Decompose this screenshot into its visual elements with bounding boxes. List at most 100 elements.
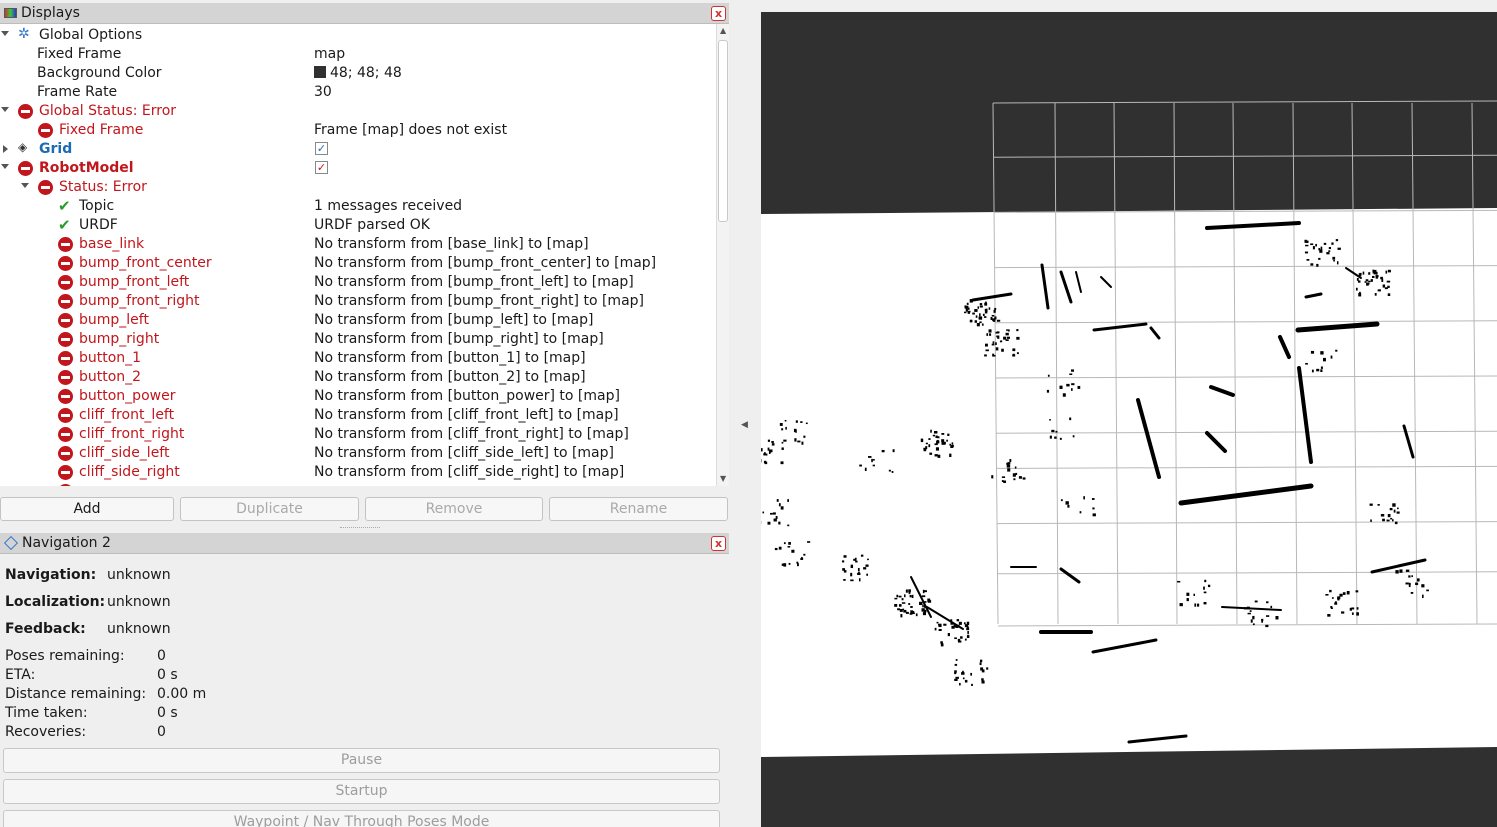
displays-scrollbar[interactable]: ▲ ▼	[716, 24, 729, 486]
tree-row-fixed-frame[interactable]: Fixed Frame map	[0, 45, 716, 64]
error-icon	[58, 484, 73, 486]
displays-tree: ✲ Global Options Fixed Frame map Backgro…	[0, 24, 716, 486]
waypoint-mode-button[interactable]: Waypoint / Nav Through Poses Mode	[3, 810, 720, 827]
tree-row-link[interactable]: button_2 No transform from [button_2] to …	[0, 368, 716, 387]
feedback-value: unknown	[107, 621, 171, 637]
tree-label: bump_front_center	[79, 255, 212, 271]
navigation-close-button[interactable]: x	[711, 536, 726, 551]
background-color-value[interactable]: 48; 48; 48	[314, 65, 402, 81]
error-icon	[18, 161, 33, 176]
navigation-panel-body: Navigation: unknown Localization: unknow…	[0, 556, 729, 827]
tree-row-link[interactable]: bump_front_left No transform from [bump_f…	[0, 273, 716, 292]
error-icon	[58, 237, 73, 252]
tree-row-global-options[interactable]: ✲ Global Options	[0, 26, 716, 45]
monitor-icon	[4, 8, 17, 18]
navigation-panel-header: Navigation 2 x	[0, 533, 729, 554]
distance-remaining-label: Distance remaining:	[5, 686, 147, 702]
displays-title: Displays	[21, 5, 80, 21]
expand-arrow-icon[interactable]	[1, 31, 9, 36]
tree-row-link[interactable]: bump_right No transform from [bump_right]…	[0, 330, 716, 349]
tree-label: bump_front_right	[79, 293, 200, 309]
rviz-window: Displays x ✲ Global Options Fixed Frame …	[0, 0, 1497, 827]
tree-row-robotmodel[interactable]: RobotModel ✓	[0, 159, 716, 178]
panel-divider[interactable]	[340, 527, 380, 530]
grid-enabled-checkbox[interactable]: ✓	[315, 142, 328, 155]
tree-label: cliff_front_left	[79, 407, 175, 423]
expand-arrow-icon[interactable]	[1, 164, 9, 169]
status-message: No transform from [bump_right] to [map]	[314, 331, 604, 347]
error-icon	[58, 370, 73, 385]
tree-row-link[interactable]: button_power No transform from [button_po…	[0, 387, 716, 406]
tree-row-link[interactable]: cliff_front_left No transform from [cliff…	[0, 406, 716, 425]
rename-button[interactable]: Rename	[549, 497, 728, 521]
tree-row-link[interactable]: cliff_side_right No transform from [cliff…	[0, 463, 716, 482]
add-button[interactable]: Add	[0, 497, 174, 521]
tree-row-link[interactable]: cliff_side_left No transform from [cliff_…	[0, 444, 716, 463]
pause-button[interactable]: Pause	[3, 748, 720, 773]
status-message: 1 messages received	[314, 198, 463, 214]
displays-close-button[interactable]: x	[711, 6, 726, 21]
navigation-status-value: unknown	[107, 567, 171, 583]
tree-label: bump_right	[79, 331, 160, 347]
tree-row-status-error[interactable]: Status: Error	[0, 178, 716, 197]
status-message: No transform from [cliff_front_right] to…	[314, 426, 629, 442]
scroll-down-icon[interactable]: ▼	[720, 474, 726, 483]
distance-remaining-value: 0.00 m	[157, 686, 207, 702]
navigation-status-label: Navigation:	[5, 567, 97, 583]
tree-row-background-color[interactable]: Background Color 48; 48; 48	[0, 64, 716, 83]
scroll-up-icon[interactable]: ▲	[720, 26, 726, 35]
tree-row-global-status[interactable]: Global Status: Error	[0, 102, 716, 121]
occupancy-map-free-space	[761, 208, 1497, 757]
tree-label: RobotModel	[39, 160, 134, 176]
map-canvas[interactable]	[761, 12, 1497, 827]
collapse-arrow-icon[interactable]	[3, 145, 8, 153]
tree-label: Global Status: Error	[39, 103, 177, 119]
tree-label: Topic	[79, 198, 115, 214]
scrollbar-thumb[interactable]	[718, 40, 728, 222]
tree-row-fixed-frame-status[interactable]: Fixed Frame Frame [map] does not exist	[0, 121, 716, 140]
localization-status-label: Localization:	[5, 594, 106, 610]
eta-value: 0 s	[157, 667, 178, 683]
status-message: No transform from [button_1] to [map]	[314, 350, 586, 366]
startup-button[interactable]: Startup	[3, 779, 720, 804]
tree-row-link[interactable]: bump_left No transform from [bump_left] t…	[0, 311, 716, 330]
duplicate-button[interactable]: Duplicate	[180, 497, 359, 521]
tree-row-link[interactable]: cliff_front_right No transform from [clif…	[0, 425, 716, 444]
fixed-frame-value[interactable]: map	[314, 46, 345, 62]
status-message: No transform from [cliff_side_right] to …	[314, 464, 625, 480]
remove-button[interactable]: Remove	[365, 497, 543, 521]
status-message: No transform from [bump_front_right] to …	[314, 293, 644, 309]
poses-remaining-label: Poses remaining:	[5, 648, 125, 664]
tree-label: Fixed Frame	[37, 46, 122, 62]
tree-row-frame-rate[interactable]: Frame Rate 30	[0, 83, 716, 102]
expand-arrow-icon[interactable]	[21, 183, 29, 188]
frame-rate-value[interactable]: 30	[314, 84, 332, 100]
status-message: No transform from [button_power] to [map…	[314, 388, 620, 404]
render-viewport[interactable]	[761, 12, 1497, 827]
diamond-icon	[3, 535, 19, 551]
tree-row-topic[interactable]: ✔ Topic 1 messages received	[0, 197, 716, 216]
error-icon	[58, 446, 73, 461]
expand-arrow-icon[interactable]	[1, 107, 9, 112]
tree-row-partial	[0, 482, 716, 486]
tree-row-urdf[interactable]: ✔ URDF URDF parsed OK	[0, 216, 716, 235]
tree-row-link[interactable]: base_link No transform from [base_link] t…	[0, 235, 716, 254]
tree-row-grid[interactable]: ◈ Grid ✓	[0, 140, 716, 159]
error-icon	[58, 408, 73, 423]
tree-row-link[interactable]: button_1 No transform from [button_1] to …	[0, 349, 716, 368]
robotmodel-enabled-checkbox[interactable]: ✓	[315, 161, 328, 174]
tree-row-link[interactable]: bump_front_center No transform from [bump…	[0, 254, 716, 273]
status-message: No transform from [bump_left] to [map]	[314, 312, 594, 328]
status-message: No transform from [button_2] to [map]	[314, 369, 586, 385]
collapse-left-icon[interactable]: ◀	[741, 420, 748, 430]
navigation-title: Navigation 2	[22, 535, 111, 551]
error-icon	[58, 275, 73, 290]
poses-remaining-value: 0	[157, 648, 166, 664]
error-icon	[18, 104, 33, 119]
tree-row-link[interactable]: bump_front_right No transform from [bump_…	[0, 292, 716, 311]
panel-splitter[interactable]: ◀	[729, 0, 761, 827]
color-swatch	[314, 66, 326, 78]
tree-label: cliff_front_right	[79, 426, 185, 442]
tree-label: bump_front_left	[79, 274, 190, 290]
error-icon	[58, 332, 73, 347]
